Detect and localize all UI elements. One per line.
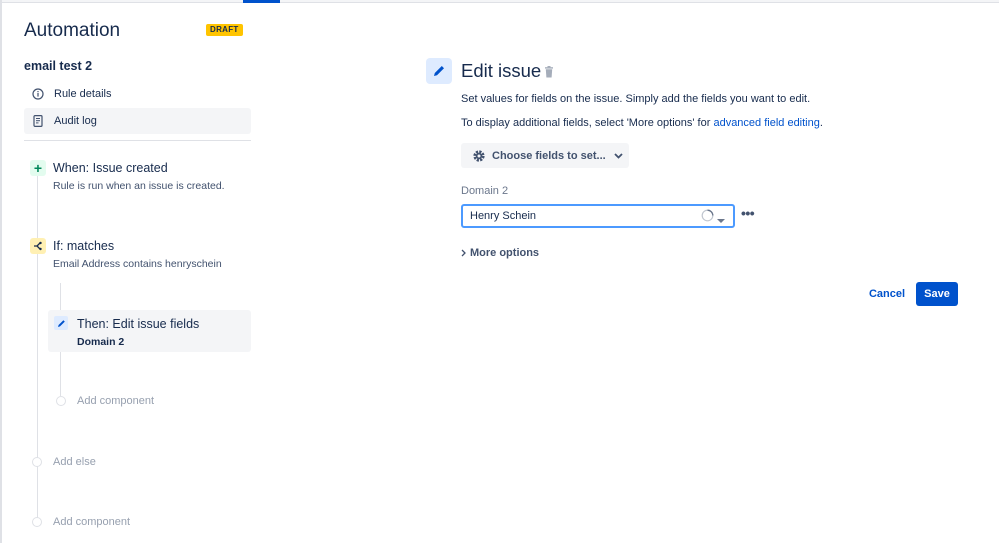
choose-fields-button[interactable]: Choose fields to set... [461,143,629,168]
save-button[interactable]: Save [916,282,958,306]
choose-fields-label: Choose fields to set... [492,149,606,162]
chevron-right-icon [461,249,466,257]
chevron-down-icon [614,152,623,159]
pencil-icon [426,58,452,84]
loading-spinner-icon [701,209,714,222]
domain-2-value: Henry Schein [470,210,537,222]
add-else[interactable]: Add else [53,456,96,468]
condition-title[interactable]: If: matches [53,239,114,253]
trigger-title[interactable]: When: Issue created [53,161,168,175]
sidebar-divider [24,140,251,141]
add-node-icon [56,396,66,406]
gear-icon [472,149,486,163]
flow-line [37,254,38,519]
trash-icon[interactable] [544,65,554,78]
field-label-domain-2: Domain 2 [461,185,509,197]
domain-2-select[interactable]: Henry Schein [461,204,735,228]
action-title[interactable]: Then: Edit issue fields [77,317,199,331]
document-icon [32,115,44,127]
action-subtitle: Domain 2 [77,336,125,348]
add-component-inner[interactable]: Add component [77,395,154,407]
branch-icon [30,238,46,254]
page-title: Automation [24,20,121,41]
description-advanced-text: To display additional fields, select 'Mo… [461,117,714,129]
nav-rule-details-label: Rule details [54,88,112,100]
add-component-outer[interactable]: Add component [53,516,130,528]
description-advanced-suffix: . [819,117,823,129]
description-advanced: To display additional fields, select 'Mo… [461,117,823,129]
rule-name: email test 2 [24,59,93,73]
nav-audit-log-label: Audit log [54,115,97,127]
rule-sidebar: Automation DRAFT email test 2 Rule detai… [0,0,270,543]
description: Set values for fields on the issue. Simp… [461,93,811,105]
add-node-icon [32,457,42,467]
advanced-field-editing-link[interactable]: advanced field editing [713,117,819,129]
cancel-button[interactable]: Cancel [862,282,912,306]
flow-line [37,176,38,238]
more-options-toggle[interactable]: More options [461,247,539,259]
draft-badge: DRAFT [206,24,243,36]
more-actions-icon[interactable]: ••• [741,206,757,222]
main-title: Edit issue [461,60,542,81]
nav-rule-details[interactable]: Rule details [24,81,251,107]
add-node-icon [32,517,42,527]
info-icon [32,88,44,100]
pencil-icon [54,316,68,330]
chevron-down-icon[interactable] [717,211,725,223]
more-options-label: More options [470,247,540,259]
plus-icon: + [30,160,46,176]
condition-subtitle: Email Address contains henryschein [53,258,222,270]
nav-audit-log[interactable]: Audit log [24,108,251,134]
trigger-subtitle: Rule is run when an issue is created. [53,180,225,192]
